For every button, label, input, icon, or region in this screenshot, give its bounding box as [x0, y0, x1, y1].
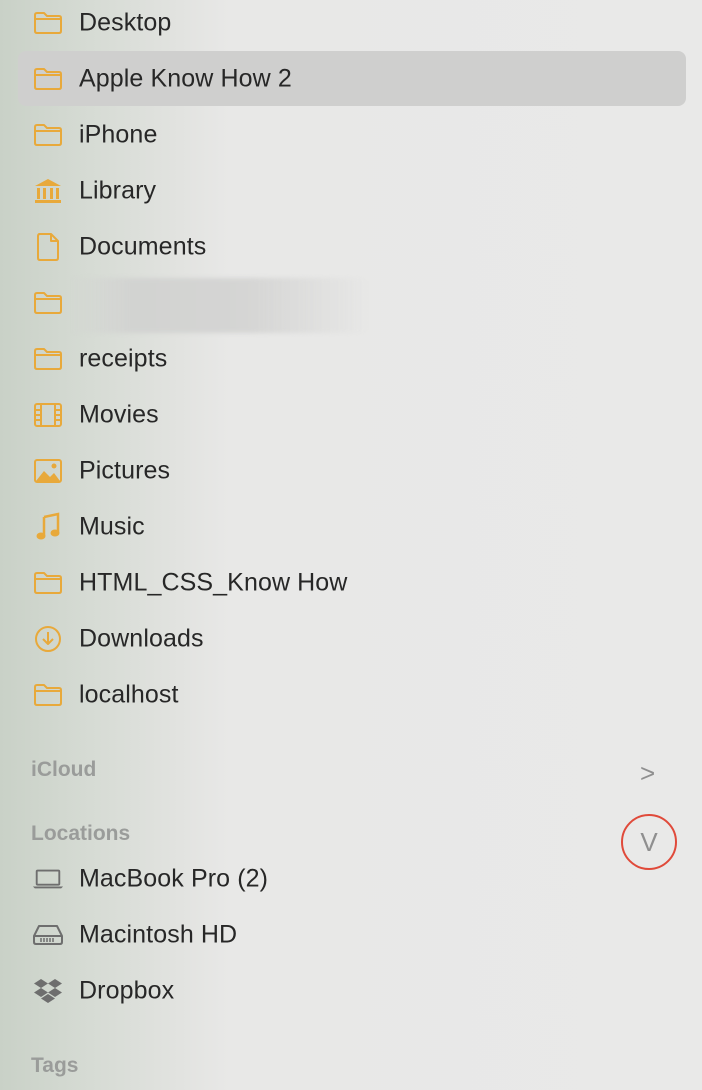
sidebar-item-dropbox[interactable]: Dropbox — [18, 963, 686, 1018]
sidebar-item-label: receipts — [79, 344, 168, 372]
chevron-right-icon[interactable]: > — [640, 760, 655, 786]
section-title-tags: Tags — [31, 1054, 79, 1077]
folder-icon — [32, 679, 64, 711]
sidebar-item-html-css-know-how[interactable]: HTML_CSS_Know How — [18, 555, 686, 610]
folder-icon — [32, 287, 64, 319]
sidebar-item-label: Music — [79, 512, 145, 540]
sidebar-item-receipts[interactable]: receipts — [18, 331, 686, 386]
sidebar-item-label: Library — [79, 176, 157, 204]
sidebar-item-downloads[interactable]: Downloads — [18, 611, 686, 666]
sidebar-item-label: Movies — [79, 400, 159, 428]
sidebar-item-apple-know-how-2[interactable]: Apple Know How 2 — [18, 51, 686, 106]
sidebar-item-label: HTML_CSS_Know How — [79, 568, 348, 596]
sidebar-item-label: Downloads — [79, 624, 204, 652]
dropbox-icon — [32, 975, 64, 1007]
laptop-icon — [32, 863, 64, 895]
sidebar-item-localhost[interactable]: localhost — [18, 667, 686, 722]
sidebar-item-label: Desktop — [79, 8, 172, 36]
sidebar-item-label: Pictures — [79, 456, 171, 484]
sidebar-item-macintosh-hd[interactable]: Macintosh HD — [18, 907, 686, 962]
sidebar-item-label: Macintosh HD — [79, 920, 238, 948]
sidebar-item-macbook-pro[interactable]: MacBook Pro (2) — [18, 851, 686, 906]
section-title-icloud: iCloud — [31, 758, 97, 781]
library-icon — [32, 175, 64, 207]
sidebar-item-label: iPhone — [79, 120, 158, 148]
photo-icon — [32, 455, 64, 487]
folder-icon — [32, 7, 64, 39]
film-icon — [32, 399, 64, 431]
sidebar-item-iphone[interactable]: iPhone — [18, 107, 686, 162]
sidebar-item-library[interactable]: Library — [18, 163, 686, 218]
sidebar-item-pictures[interactable]: Pictures — [18, 443, 686, 498]
sidebar-item-label: Documents — [79, 232, 207, 260]
sidebar-item-label: localhost — [79, 680, 179, 708]
document-icon — [32, 231, 64, 263]
section-title-locations: Locations — [31, 822, 131, 845]
folder-icon — [32, 343, 64, 375]
sidebar-item-label: Dropbox — [79, 976, 175, 1004]
folder-icon — [32, 119, 64, 151]
folder-icon — [32, 567, 64, 599]
sidebar-item-label: Apple Know How 2 — [79, 64, 292, 92]
finder-sidebar: Desktop Apple Know How 2 iPhone Library … — [0, 0, 702, 1090]
folder-icon — [32, 63, 64, 95]
sidebar-item-label: MacBook Pro (2) — [79, 864, 269, 892]
hard-drive-icon — [32, 919, 64, 951]
redaction-blur — [70, 278, 370, 333]
sidebar-item-desktop[interactable]: Desktop — [18, 0, 686, 50]
download-icon — [32, 623, 64, 655]
music-note-icon — [32, 511, 64, 543]
sidebar-item-documents[interactable]: Documents — [18, 219, 686, 274]
sidebar-item-movies[interactable]: Movies — [18, 387, 686, 442]
sidebar-item-music[interactable]: Music — [18, 499, 686, 554]
